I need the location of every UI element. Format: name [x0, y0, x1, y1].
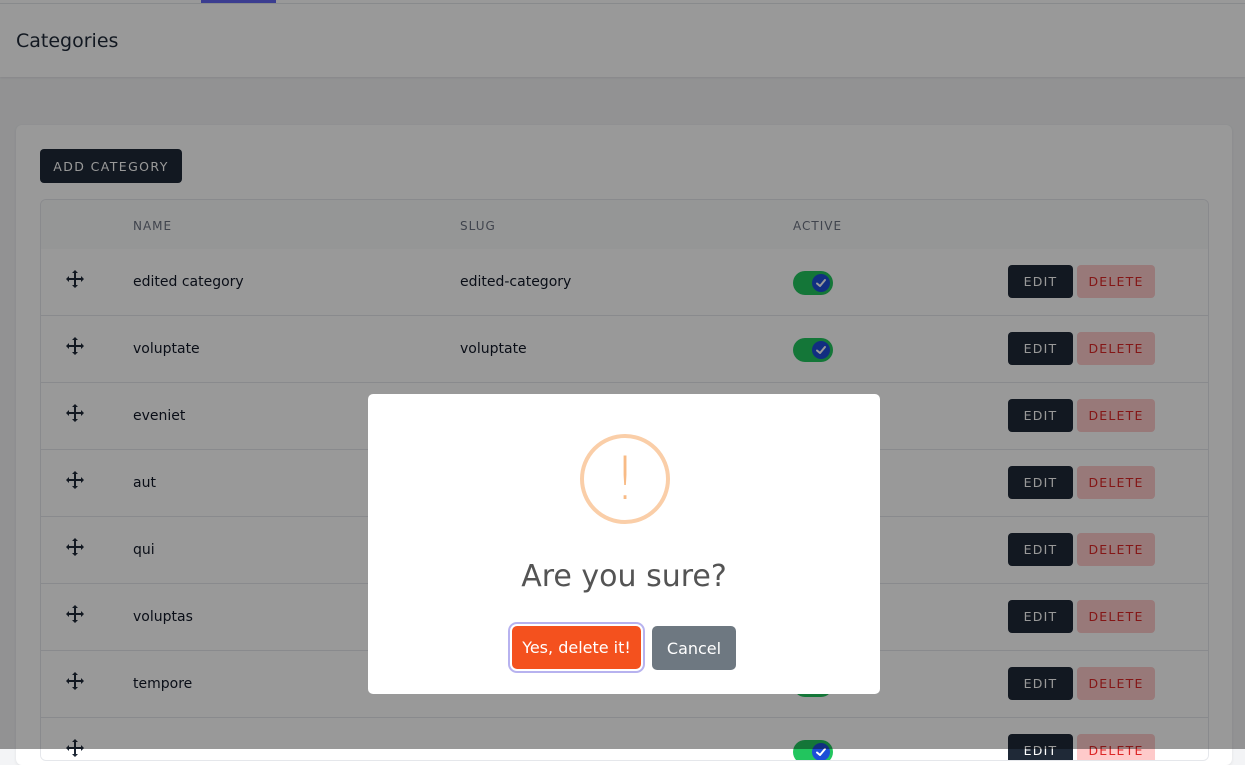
dialog-title: Are you sure?: [521, 559, 727, 594]
confirm-delete-button[interactable]: Yes, delete it!: [512, 626, 641, 669]
warning-icon: !: [580, 434, 670, 524]
confirm-dialog: ! Are you sure? Yes, delete it! Cancel: [368, 394, 880, 694]
cancel-button[interactable]: Cancel: [652, 626, 736, 670]
